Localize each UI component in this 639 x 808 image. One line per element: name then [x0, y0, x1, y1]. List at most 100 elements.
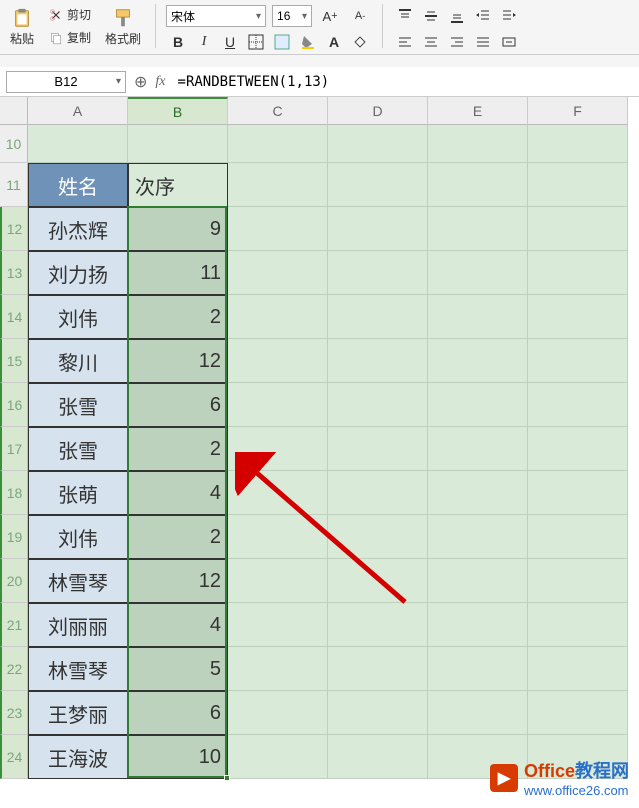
cell[interactable] — [428, 125, 528, 163]
row-header[interactable]: 24 — [0, 735, 28, 779]
cell[interactable] — [228, 647, 328, 691]
cell[interactable]: 张雪 — [28, 383, 128, 427]
fill-color-button[interactable] — [296, 30, 320, 54]
cell[interactable] — [528, 383, 628, 427]
border-style-button[interactable] — [270, 30, 294, 54]
column-header[interactable]: E — [428, 97, 528, 125]
column-header[interactable]: D — [328, 97, 428, 125]
cell[interactable] — [528, 251, 628, 295]
cell[interactable]: 林雪琴 — [28, 647, 128, 691]
select-all-corner[interactable] — [0, 97, 28, 125]
cell[interactable] — [528, 427, 628, 471]
cell[interactable] — [328, 515, 428, 559]
cell[interactable] — [328, 339, 428, 383]
bold-button[interactable]: B — [166, 30, 190, 54]
formula-input[interactable] — [174, 71, 633, 93]
row-header[interactable]: 12 — [0, 207, 28, 251]
cell[interactable] — [228, 339, 328, 383]
cell[interactable]: 刘力扬 — [28, 251, 128, 295]
cell[interactable]: 10 — [128, 735, 228, 779]
row-header[interactable]: 18 — [0, 471, 28, 515]
cell[interactable] — [428, 559, 528, 603]
row-header[interactable]: 23 — [0, 691, 28, 735]
cell[interactable] — [228, 295, 328, 339]
font-name-select[interactable]: 宋体 — [166, 5, 266, 27]
cell[interactable] — [528, 515, 628, 559]
cell[interactable] — [428, 603, 528, 647]
align-center-button[interactable] — [419, 30, 443, 54]
cell[interactable] — [228, 471, 328, 515]
row-header[interactable]: 11 — [0, 163, 28, 207]
cell[interactable] — [428, 163, 528, 207]
cell[interactable] — [228, 163, 328, 207]
cell[interactable]: 5 — [128, 647, 228, 691]
cell[interactable]: 9 — [128, 207, 228, 251]
cell[interactable]: 12 — [128, 559, 228, 603]
cell[interactable]: 孙杰辉 — [28, 207, 128, 251]
cell[interactable] — [428, 295, 528, 339]
row-header[interactable]: 13 — [0, 251, 28, 295]
cell[interactable] — [428, 207, 528, 251]
row-header[interactable]: 19 — [0, 515, 28, 559]
cell[interactable] — [228, 691, 328, 735]
cell[interactable] — [428, 647, 528, 691]
cell[interactable]: 王梦丽 — [28, 691, 128, 735]
cell[interactable] — [328, 207, 428, 251]
cell[interactable] — [528, 647, 628, 691]
row-header[interactable]: 22 — [0, 647, 28, 691]
font-color-button[interactable]: A — [322, 30, 346, 54]
italic-button[interactable]: I — [192, 30, 216, 54]
cell[interactable] — [528, 295, 628, 339]
cell[interactable] — [528, 125, 628, 163]
cell[interactable] — [328, 603, 428, 647]
column-header[interactable]: A — [28, 97, 128, 125]
cell[interactable] — [228, 207, 328, 251]
row-header[interactable]: 20 — [0, 559, 28, 603]
row-header[interactable]: 17 — [0, 427, 28, 471]
cell[interactable]: 11 — [128, 251, 228, 295]
cell[interactable] — [28, 125, 128, 163]
cell[interactable] — [328, 559, 428, 603]
row-header[interactable]: 15 — [0, 339, 28, 383]
row-header[interactable]: 16 — [0, 383, 28, 427]
cell[interactable] — [328, 295, 428, 339]
row-header[interactable]: 10 — [0, 125, 28, 163]
diamond-button[interactable] — [348, 30, 372, 54]
increase-font-button[interactable]: A+ — [318, 4, 342, 28]
decrease-indent-button[interactable] — [471, 4, 495, 28]
align-middle-button[interactable] — [419, 4, 443, 28]
cell[interactable] — [328, 691, 428, 735]
cell[interactable] — [428, 471, 528, 515]
cell[interactable] — [328, 647, 428, 691]
cell[interactable] — [228, 559, 328, 603]
cell[interactable] — [228, 125, 328, 163]
cell[interactable] — [428, 691, 528, 735]
align-top-button[interactable] — [393, 4, 417, 28]
cell[interactable]: 林雪琴 — [28, 559, 128, 603]
align-right-button[interactable] — [445, 30, 469, 54]
name-box[interactable]: B12 — [6, 71, 126, 93]
cell[interactable]: 张萌 — [28, 471, 128, 515]
cell[interactable]: 2 — [128, 427, 228, 471]
insert-function-icon[interactable]: ⊕ — [134, 72, 147, 92]
cell[interactable]: 12 — [128, 339, 228, 383]
cell[interactable] — [428, 515, 528, 559]
align-bottom-button[interactable] — [445, 4, 469, 28]
column-header[interactable]: F — [528, 97, 628, 125]
copy-button[interactable]: 复制 — [44, 27, 95, 48]
align-left-button[interactable] — [393, 30, 417, 54]
cell[interactable]: 刘丽丽 — [28, 603, 128, 647]
cell[interactable] — [128, 125, 228, 163]
decrease-font-button[interactable]: A- — [348, 4, 372, 28]
cell[interactable]: 6 — [128, 691, 228, 735]
cell[interactable] — [328, 125, 428, 163]
cell[interactable]: 2 — [128, 515, 228, 559]
cell[interactable] — [228, 427, 328, 471]
cell[interactable]: 4 — [128, 603, 228, 647]
cell[interactable] — [228, 383, 328, 427]
underline-button[interactable]: U — [218, 30, 242, 54]
cell[interactable] — [528, 163, 628, 207]
cell[interactable] — [428, 339, 528, 383]
column-header[interactable]: C — [228, 97, 328, 125]
cell[interactable] — [528, 207, 628, 251]
